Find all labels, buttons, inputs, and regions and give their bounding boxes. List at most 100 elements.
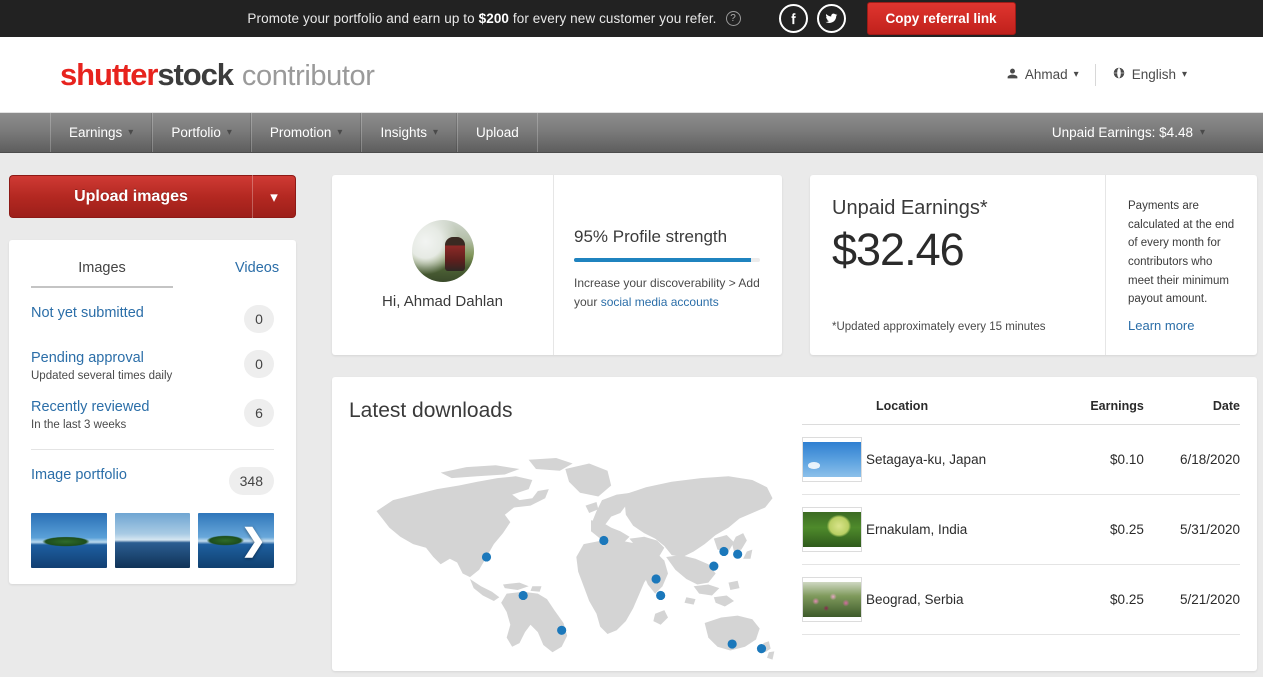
row-earnings: $0.25 (1058, 564, 1144, 635)
sidebar: Upload images ▾ Images Videos Not yet su… (0, 175, 320, 671)
nav-label: Upload (476, 125, 519, 140)
user-name-label: Ahmad (1024, 67, 1068, 82)
row-date: 5/31/2020 (1143, 494, 1240, 565)
table-row[interactable]: Setagaya-ku, Japan $0.10 6/18/2020 (802, 424, 1240, 495)
map-marker-western-india[interactable] (651, 574, 661, 584)
promo-text-before: Promote your portfolio and earn up to (247, 11, 479, 26)
status-count-badge: 6 (244, 399, 274, 428)
next-thumbnails-chevron-right-icon[interactable]: ❯ (241, 525, 266, 556)
learn-more-link[interactable]: Learn more (1128, 318, 1239, 333)
table-header-row: Location Earnings Date (802, 399, 1240, 425)
column-header-earnings: Earnings (1058, 399, 1144, 425)
social-media-accounts-link[interactable]: social media accounts (601, 295, 719, 309)
nav-item-promotion[interactable]: Promotion ▾ (250, 113, 362, 152)
tab-images[interactable]: Images (31, 254, 173, 288)
latest-downloads-title: Latest downloads (349, 399, 513, 422)
tab-videos[interactable]: Videos (235, 254, 279, 288)
sky-thumbnail (803, 442, 861, 477)
world-map[interactable] (349, 439, 789, 671)
map-marker-southeast-europe[interactable] (599, 535, 609, 546)
nav-item-upload[interactable]: Upload (457, 113, 538, 152)
chevron-down-icon: ▾ (226, 127, 232, 138)
profile-strength-card: Hi, Ahmad Dahlan 95% Profile strength In… (332, 175, 782, 355)
status-row-image-portfolio[interactable]: Image portfolio 348 (31, 450, 274, 496)
download-thumbnail[interactable] (802, 577, 862, 622)
status-sublabel: Updated several times daily (31, 370, 173, 383)
payment-policy-note: Payments are calculated at the end of ev… (1128, 200, 1235, 306)
nav-item-insights[interactable]: Insights ▾ (361, 113, 458, 152)
table-header: Location Earnings Date (802, 399, 1240, 425)
table-body: Setagaya-ku, Japan $0.10 6/18/2020 Ernak… (802, 424, 1240, 635)
download-thumbnail[interactable] (802, 507, 862, 552)
profile-strength-note: Increase your discoverability > Add your… (574, 274, 760, 313)
portfolio-row-wrap: Image portfolio 348 (9, 450, 296, 496)
row-location: Beograd, Serbia (866, 564, 1059, 635)
nav-item-earnings[interactable]: Earnings ▾ (50, 113, 153, 152)
unpaid-earnings-footnote: *Updated approximately every 15 minutes (832, 321, 1046, 333)
map-marker-southeast-brazil[interactable] (557, 625, 567, 635)
status-row-not-yet-submitted[interactable]: Not yet submitted 0 (31, 288, 274, 333)
portfolio-thumbnail-1[interactable] (31, 513, 107, 569)
status-row-text: Not yet submitted (31, 304, 144, 322)
facebook-icon[interactable] (778, 4, 808, 33)
status-count-badge: 0 (244, 350, 274, 378)
map-marker-eastern-china[interactable] (709, 561, 719, 571)
twitter-icon[interactable] (816, 4, 846, 33)
status-rows: Not yet submitted 0 Pending approval Upd… (9, 288, 296, 431)
unpaid-earnings-label: Unpaid Earnings: $4.48 (1051, 125, 1193, 140)
main-navigation: Earnings ▾ Portfolio ▾ Promotion ▾ Insights… (0, 113, 1263, 153)
map-marker-new-zealand[interactable] (756, 644, 767, 654)
status-row-recently-reviewed[interactable]: Recently reviewed In the last 3 weeks 6 (31, 382, 274, 431)
table-row[interactable]: Beograd, Serbia $0.25 5/21/2020 (802, 564, 1240, 635)
portfolio-summary-card: Images Videos Not yet submitted 0 Pendin… (9, 240, 296, 585)
portfolio-thumbnail-2[interactable] (114, 513, 191, 569)
chevron-down-icon: ▾ (1181, 69, 1187, 80)
map-landmasses (376, 457, 775, 660)
unpaid-earnings-main: Unpaid Earnings* $32.46 *Updated approxi… (810, 175, 1105, 355)
chevron-down-icon: ▾ (432, 127, 439, 138)
nav-item-portfolio[interactable]: Portfolio ▾ (152, 113, 251, 152)
unpaid-earnings-menu[interactable]: Unpaid Earnings: $4.48 ▾ (1052, 113, 1205, 152)
map-marker-northern-south-america[interactable] (518, 590, 528, 601)
avatar-person-shape (444, 237, 465, 271)
row-location: Ernakulam, India (866, 494, 1059, 565)
logo-part2: stock (157, 56, 234, 92)
user-menu[interactable]: Ahmad ▾ (990, 67, 1095, 83)
map-marker-korea[interactable] (719, 546, 729, 557)
downloads-table-panel: Location Earnings Date Setagaya-ku, Japa… (792, 377, 1257, 671)
shutterstock-logo[interactable]: shutterstock contributor (60, 56, 375, 93)
page-body: Upload images ▾ Images Videos Not yet su… (0, 153, 1263, 671)
main-content: Hi, Ahmad Dahlan 95% Profile strength In… (320, 175, 1263, 671)
language-menu[interactable]: English ▾ (1096, 66, 1203, 83)
flowers-thumbnail (803, 582, 861, 617)
status-row-pending-approval[interactable]: Pending approval Updated several times d… (31, 333, 274, 382)
column-header-date: Date (1143, 399, 1240, 425)
portfolio-label[interactable]: Image portfolio (31, 466, 127, 484)
row-date: 5/21/2020 (1143, 564, 1240, 635)
table-row[interactable]: Ernakulam, India $0.25 5/31/2020 (802, 494, 1240, 565)
logo-part1: shutter (60, 56, 158, 92)
chevron-down-icon: ▾ (128, 127, 134, 138)
map-marker-southeast-australia[interactable] (727, 639, 737, 649)
question-mark-icon[interactable]: ? (725, 11, 741, 26)
upload-options-chevron-down-icon[interactable]: ▾ (252, 175, 296, 218)
status-label[interactable]: Not yet submitted (31, 304, 144, 322)
profile-strength-progress-bar (574, 258, 760, 262)
map-marker-southern-india[interactable] (656, 590, 666, 601)
portfolio-thumbnail-3[interactable]: ❯ (198, 513, 275, 569)
profile-identity: Hi, Ahmad Dahlan (332, 175, 554, 355)
avatar[interactable] (411, 220, 474, 282)
copy-referral-link-button[interactable]: Copy referral link (866, 2, 1016, 35)
column-header-location: Location (866, 399, 1059, 425)
status-label[interactable]: Recently reviewed (31, 398, 149, 416)
upload-images-button[interactable]: Upload images (9, 175, 252, 218)
site-header: shutterstock contributor Ahmad ▾ English… (0, 37, 1263, 113)
chevron-down-icon: ▾ (1073, 69, 1079, 80)
latest-downloads-card: Latest downloads Location Earnings Date … (332, 377, 1257, 671)
status-label[interactable]: Pending approval (31, 349, 172, 367)
download-thumbnail[interactable] (802, 437, 862, 482)
downloads-map-panel: Latest downloads (332, 377, 792, 671)
map-marker-eastern-usa[interactable] (481, 552, 492, 562)
map-marker-japan[interactable] (733, 549, 743, 559)
leaf-thumbnail (803, 512, 861, 547)
